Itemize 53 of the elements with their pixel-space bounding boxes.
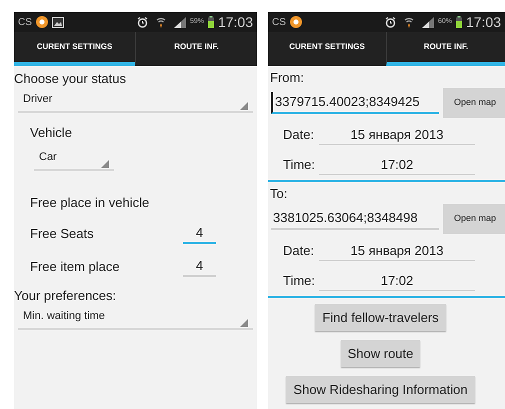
battery-icon <box>208 16 214 28</box>
section-heading: Your preferences: <box>14 287 118 305</box>
section-heading: To: <box>269 185 288 202</box>
signal-icon <box>422 16 434 28</box>
dropdown[interactable]: Car <box>34 147 114 171</box>
date-field[interactable]: 15 января 2013 <box>319 124 475 146</box>
open-map-button[interactable]: Open map <box>443 204 505 234</box>
number-field[interactable]: 4 <box>183 222 216 244</box>
number-field[interactable]: 4 <box>183 256 216 278</box>
open-map-button[interactable]: Open map <box>443 88 505 118</box>
field-label: Date: <box>283 126 316 144</box>
signal-icon <box>174 16 186 28</box>
tab[interactable]: CURENT SETTINGS <box>14 32 135 66</box>
action-button[interactable]: Show Ridesharing Information <box>286 376 475 403</box>
wifi-icon <box>156 16 166 28</box>
section-heading: Choose your status <box>14 70 128 88</box>
location-field[interactable]: 3379715.40023;8349425 <box>271 92 439 114</box>
tab[interactable]: ROUTE INF. <box>135 32 257 66</box>
dropdown[interactable]: Min. waiting time <box>18 305 253 330</box>
time-field[interactable]: 17:02 <box>319 154 475 176</box>
dropdown-arrow-icon <box>101 160 109 168</box>
dropdown-arrow-icon <box>240 102 248 110</box>
field-label: Time: <box>283 156 316 174</box>
dropdown-value: Driver <box>23 92 52 107</box>
field-label: Vehicle <box>30 124 73 142</box>
ring-icon <box>290 16 302 28</box>
field-label: Free item place <box>30 258 121 276</box>
field-label: Free Seats <box>30 224 95 243</box>
wifi-icon <box>404 16 414 28</box>
section-heading: From: <box>269 69 305 86</box>
dropdown[interactable]: Driver <box>18 88 253 113</box>
alarm-icon <box>136 16 148 28</box>
app-label: CS <box>272 16 286 30</box>
clock: 17:03 <box>218 12 253 32</box>
battery-icon <box>456 16 462 28</box>
action-button[interactable]: Find fellow-travelers <box>315 304 446 331</box>
app-label: CS <box>18 16 32 30</box>
dropdown-arrow-icon <box>240 319 248 327</box>
field-label: Time: <box>283 272 316 290</box>
dropdown-value: Car <box>39 150 57 166</box>
image-icon <box>52 16 64 28</box>
dropdown-value: Min. waiting time <box>23 308 105 324</box>
action-button[interactable]: Show route <box>340 340 420 367</box>
location-field[interactable]: 3381025.63064;8348498 <box>271 208 439 230</box>
date-field[interactable]: 15 января 2013 <box>319 240 475 262</box>
ring-icon <box>36 16 48 28</box>
clock: 17:03 <box>466 12 501 32</box>
field-label: Date: <box>283 242 316 260</box>
tab[interactable]: ROUTE INF. <box>386 32 505 66</box>
tab[interactable]: CURENT SETTINGS <box>268 32 386 66</box>
time-field[interactable]: 17:02 <box>319 270 475 292</box>
field-label: Free place in vehicle <box>30 194 150 212</box>
alarm-icon <box>384 16 396 28</box>
